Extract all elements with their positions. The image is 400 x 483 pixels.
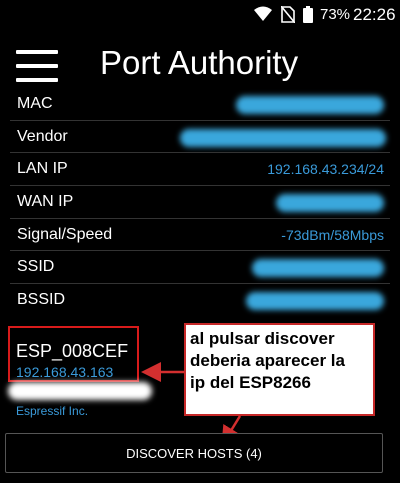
info-label: SSID — [17, 258, 55, 276]
battery-icon — [303, 6, 313, 23]
redaction-mark — [246, 292, 384, 311]
info-label: Signal/Speed — [17, 225, 113, 243]
info-row-ssid: SSID — [0, 251, 400, 285]
info-label: BSSID — [17, 291, 66, 309]
network-info-list: MAC Vendor LAN IP 192.168.43.234/24 WAN … — [0, 88, 400, 317]
info-row-lan-ip: LAN IP 192.168.43.234/24 — [0, 153, 400, 187]
battery-percent: 73% — [320, 6, 351, 23]
clock: 22:26 — [353, 5, 396, 24]
host-ip[interactable]: 192.168.43.163 — [16, 364, 113, 380]
redaction-mark — [236, 96, 384, 114]
annotation-text: al pulsar discover deberia aparecer la i… — [190, 328, 370, 394]
host-name[interactable]: ESP_008CEF — [16, 341, 128, 362]
redaction-mark — [276, 194, 384, 213]
info-row-vendor: Vendor — [0, 121, 400, 154]
host-vendor: Espressif Inc. — [16, 404, 89, 418]
app-title: Port Authority — [100, 44, 299, 81]
info-label: WAN IP — [17, 193, 74, 211]
redaction-mark — [180, 128, 386, 147]
info-label: MAC — [17, 95, 53, 112]
info-label: Vendor — [17, 127, 68, 145]
info-row-signal-speed: Signal/Speed -73dBm/58Mbps — [0, 219, 400, 252]
redaction-mark — [8, 382, 152, 400]
info-value: 192.168.43.234/24 — [267, 161, 384, 178]
annotation-line: al pulsar discover — [190, 329, 335, 348]
annotation-line: ip del ESP8266 — [190, 373, 311, 392]
annotation-line: deberia aparecer la — [190, 351, 345, 370]
info-row-bssid: BSSID — [0, 284, 400, 317]
info-label: LAN IP — [17, 160, 68, 178]
discover-hosts-label: DISCOVER HOSTS (4) — [126, 446, 262, 461]
app-bar: Port Authority — [0, 30, 400, 94]
info-value: -73dBm/58Mbps — [281, 226, 384, 243]
status-bar: 73% 22:26 — [0, 0, 400, 30]
discover-hosts-button[interactable]: DISCOVER HOSTS (4) — [5, 433, 383, 473]
info-row-mac: MAC — [0, 88, 400, 121]
redaction-mark — [252, 259, 384, 278]
menu-icon[interactable] — [16, 50, 58, 84]
wifi-icon — [254, 6, 272, 21]
no-sim-icon — [281, 6, 295, 23]
info-row-wan-ip: WAN IP — [0, 186, 400, 219]
